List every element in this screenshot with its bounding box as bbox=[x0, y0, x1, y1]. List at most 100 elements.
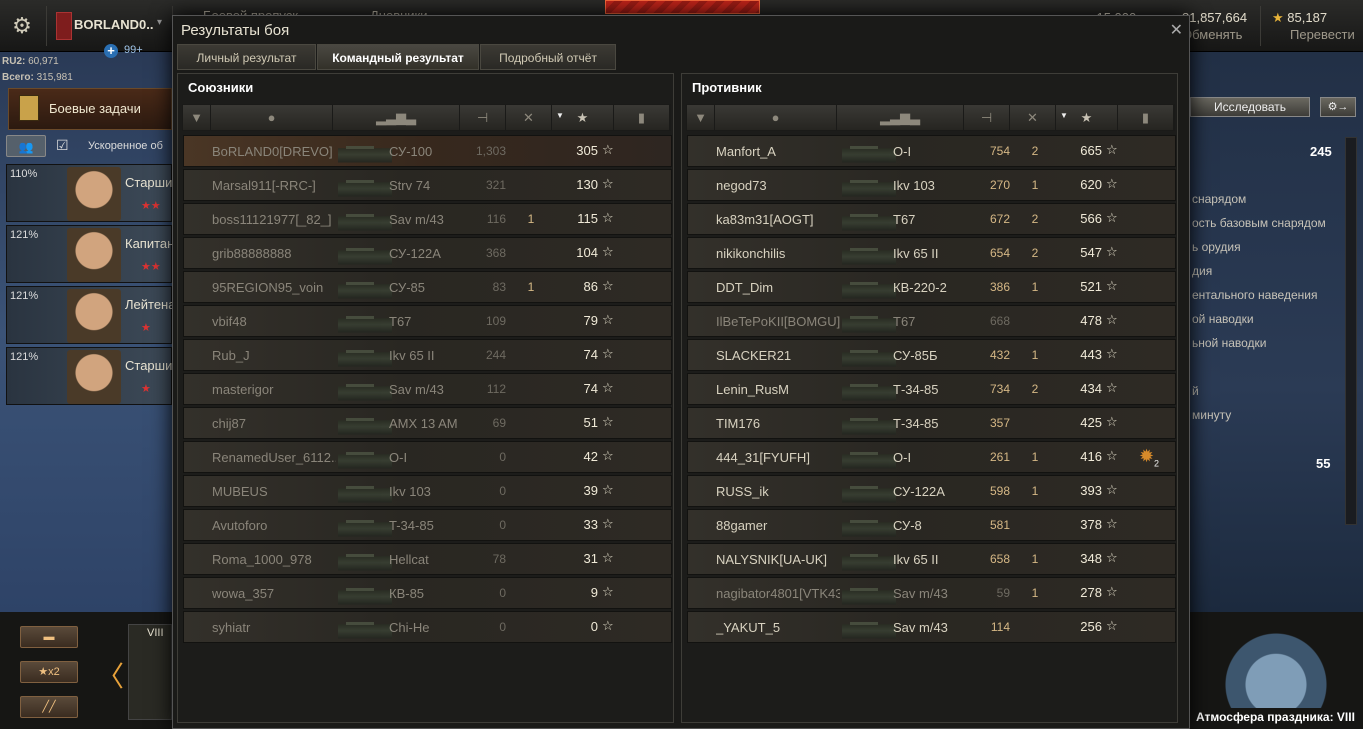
tank-icon[interactable]: ▂▃▆▃ bbox=[837, 105, 964, 130]
tank-name: Ikv 103 bbox=[389, 484, 431, 499]
player-row[interactable]: nikikonchilis Ikv 65 II 654 2 547 ☆ bbox=[687, 237, 1176, 269]
player-row[interactable]: chij87 AMX 13 AM 69 51 ☆ bbox=[183, 407, 672, 439]
player-row[interactable]: vbif48 T67 109 79 ☆ bbox=[183, 305, 672, 337]
player-name: _YAKUT_5 bbox=[716, 620, 781, 635]
player-row[interactable]: Manfort_A O-I 754 2 665 ☆ bbox=[687, 135, 1176, 167]
player-row[interactable]: Marsal911[-RRC-] Strv 74 321 130 ☆ bbox=[183, 169, 672, 201]
player-row[interactable]: BoRLAND0[DREVO] СУ-100 1,303 305 ☆ bbox=[183, 135, 672, 167]
kills-value: 1 bbox=[1031, 348, 1039, 362]
convert-link[interactable]: Перевести bbox=[1290, 27, 1355, 42]
plus-icon[interactable]: + bbox=[104, 44, 118, 58]
research-button[interactable]: Исследовать bbox=[1190, 97, 1310, 117]
player-row[interactable]: IlBeTePoKII[BOMGU] T67 668 478 ☆ bbox=[687, 305, 1176, 337]
tank-card[interactable]: VIII bbox=[128, 624, 172, 720]
clan-emblem bbox=[56, 12, 72, 40]
star-icon: ☆ bbox=[1106, 312, 1118, 327]
checkbox-icon[interactable]: ☑ bbox=[56, 137, 84, 157]
star-icon: ☆ bbox=[1106, 176, 1118, 191]
rank-chevron-icon: ★ bbox=[141, 322, 151, 334]
tank-tree-icon[interactable]: ⚙→ bbox=[1320, 97, 1356, 117]
crew-button[interactable]: 👥 bbox=[6, 135, 46, 157]
medal-icon[interactable]: ✹2 bbox=[1136, 446, 1162, 470]
missions-button[interactable]: Боевые задачи bbox=[8, 88, 172, 130]
player-row[interactable]: nagibator4801[VTK43] Sav m/43 59 1 278 ☆ bbox=[687, 577, 1176, 609]
tank-silhouette-icon bbox=[842, 547, 896, 573]
carousel-left-arrow-icon[interactable]: 〈 bbox=[96, 655, 124, 695]
gold-value: 81,857,664 bbox=[1182, 10, 1248, 25]
missions-label: Боевые задачи bbox=[49, 101, 141, 116]
player-row[interactable]: syhiatr Chi-He 0 0 ☆ bbox=[183, 611, 672, 643]
tab-personal-result[interactable]: Личный результат bbox=[177, 44, 316, 70]
player-row[interactable]: TIM176 Т-34-85 357 425 ☆ bbox=[687, 407, 1176, 439]
person-icon[interactable]: ● bbox=[211, 105, 333, 130]
player-row[interactable]: Lenin_RusM Т-34-85 734 2 434 ☆ bbox=[687, 373, 1176, 405]
player-row[interactable]: SLACKER21 СУ-85Б 432 1 443 ☆ bbox=[687, 339, 1176, 371]
scrollbar[interactable] bbox=[1345, 137, 1357, 525]
player-row[interactable]: boss11121977[_82_] Sav m/43 116 1 115 ☆ bbox=[183, 203, 672, 235]
xp-star-icon[interactable]: ▼ ★ bbox=[552, 105, 614, 130]
damage-value: 59 bbox=[996, 586, 1010, 600]
badge-icon[interactable]: ▼ bbox=[687, 105, 715, 130]
kills-icon[interactable]: ✕ bbox=[1010, 105, 1056, 130]
tank-name: КВ-85 bbox=[389, 586, 425, 601]
premium-filter-button[interactable]: ╱╱ bbox=[20, 696, 78, 718]
tank-silhouette-icon bbox=[842, 207, 896, 233]
person-icon[interactable]: ● bbox=[715, 105, 837, 130]
player-name: NALYSNIK[UA-UK] bbox=[716, 552, 828, 567]
tank-name: O-I bbox=[893, 450, 912, 465]
player-row[interactable]: ka83m31[AOGT] T67 672 2 566 ☆ bbox=[687, 203, 1176, 235]
player-row[interactable]: MUBEUS Ikv 103 0 39 ☆ bbox=[183, 475, 672, 507]
crew-member[interactable]: 121% Старший ★ bbox=[6, 347, 180, 405]
player-row[interactable]: grib88888888 СУ-122А 368 104 ☆ bbox=[183, 237, 672, 269]
tab-team-result[interactable]: Командный результат bbox=[317, 44, 479, 70]
damage-value: 581 bbox=[989, 518, 1010, 532]
star-icon: ☆ bbox=[602, 142, 614, 157]
crew-member[interactable]: 110% Старший ★★ bbox=[6, 164, 180, 222]
star-icon: ☆ bbox=[1106, 278, 1118, 293]
player-row[interactable]: wowa_357 КВ-85 0 9 ☆ bbox=[183, 577, 672, 609]
battle-button[interactable] bbox=[605, 0, 760, 14]
player-name: grib88888888 bbox=[212, 246, 292, 261]
gear-icon[interactable]: ⚙ bbox=[8, 12, 36, 40]
medal-icon[interactable]: ▮ bbox=[1118, 105, 1174, 130]
crew-portrait bbox=[67, 289, 121, 343]
player-row[interactable]: RenamedUser_6112.. O-I 0 42 ☆ bbox=[183, 441, 672, 473]
medal-icon[interactable]: ▮ bbox=[614, 105, 670, 130]
window-title: Результаты боя bbox=[181, 22, 290, 39]
player-row[interactable]: 88gamer СУ-8 581 378 ☆ bbox=[687, 509, 1176, 541]
tank-icon[interactable]: ▂▃▆▃ bbox=[333, 105, 460, 130]
player-row[interactable]: RUSS_ik СУ-122А 598 1 393 ☆ bbox=[687, 475, 1176, 507]
player-row[interactable]: NALYSNIK[UA-UK] Ikv 65 II 658 1 348 ☆ bbox=[687, 543, 1176, 575]
free-xp: ★ 85,187 bbox=[1272, 10, 1327, 26]
star-icon: ☆ bbox=[602, 176, 614, 191]
chevron-down-icon[interactable]: ▾ bbox=[157, 17, 162, 28]
crew-member[interactable]: 121% Капитан ★★ bbox=[6, 225, 174, 283]
player-row[interactable]: _YAKUT_5 Sav m/43 114 256 ☆ bbox=[687, 611, 1176, 643]
crew-member[interactable]: 121% Лейтенант ★ bbox=[6, 286, 189, 344]
exchange-link[interactable]: Обменять bbox=[1182, 27, 1242, 42]
player-name: RenamedUser_6112.. bbox=[212, 450, 336, 465]
player-row[interactable]: masterigor Sav m/43 112 74 ☆ bbox=[183, 373, 672, 405]
damage-value: 357 bbox=[989, 416, 1010, 430]
close-icon[interactable]: ✕ bbox=[1170, 20, 1183, 40]
xp-value: 0 bbox=[590, 619, 598, 634]
player-row[interactable]: negod73 Ikv 103 270 1 620 ☆ bbox=[687, 169, 1176, 201]
damage-icon[interactable]: ⊣ bbox=[964, 105, 1010, 130]
tab-detailed-report[interactable]: Подробный отчёт bbox=[480, 44, 616, 70]
player-name: Lenin_RusM bbox=[716, 382, 789, 397]
star-icon: ☆ bbox=[602, 516, 614, 531]
tank-filter-button[interactable]: ▬ bbox=[20, 626, 78, 648]
left-panel: RU2: 60,971 Всего: 315,981 Боевые задачи… bbox=[0, 52, 189, 612]
player-row[interactable]: 95REGION95_voin СУ-85 83 1 86 ☆ bbox=[183, 271, 672, 303]
kills-icon[interactable]: ✕ bbox=[506, 105, 552, 130]
player-row[interactable]: Roma_1000_978 Hellcat 78 31 ☆ bbox=[183, 543, 672, 575]
xp-star-icon[interactable]: ▼ ★ bbox=[1056, 105, 1118, 130]
x2-filter-button[interactable]: ★x2 bbox=[20, 661, 78, 683]
player-row[interactable]: DDT_Dim КВ-220-2 386 1 521 ☆ bbox=[687, 271, 1176, 303]
badge-icon[interactable]: ▼ bbox=[183, 105, 211, 130]
player-row[interactable]: Rub_J Ikv 65 II 244 74 ☆ bbox=[183, 339, 672, 371]
damage-icon[interactable]: ⊣ bbox=[460, 105, 506, 130]
player-row[interactable]: Avutoforo T-34-85 0 33 ☆ bbox=[183, 509, 672, 541]
player-name[interactable]: BORLAND0.. bbox=[74, 17, 153, 32]
player-row[interactable]: 444_31[FYUFH] O-I 261 1 416 ☆ ✹2 bbox=[687, 441, 1176, 473]
